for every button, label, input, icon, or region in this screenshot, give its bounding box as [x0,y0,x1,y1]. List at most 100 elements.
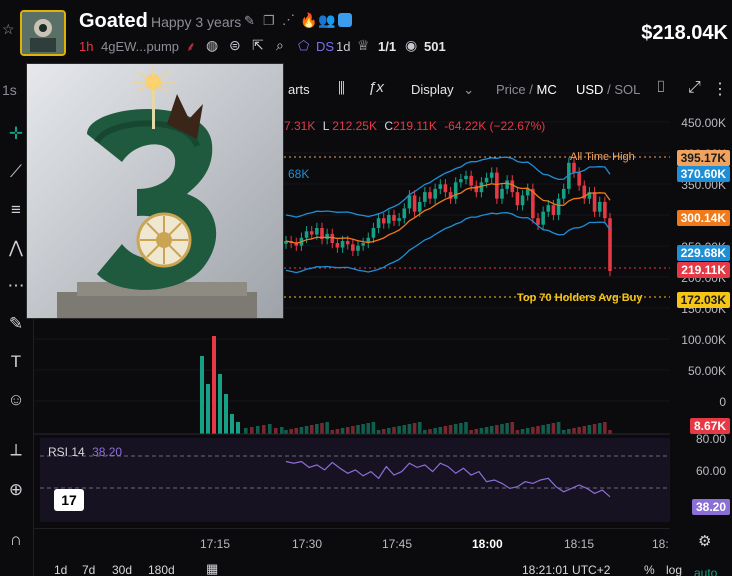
rsi-legend: RSI 14 38.20 [48,445,122,459]
candle-body [556,198,561,215]
volume-bar [412,423,417,434]
volume-bar [541,425,545,434]
ohlc-close-label: C [384,119,394,133]
sol-option[interactable]: SOL [614,82,640,97]
interval-selector[interactable]: 1s [2,82,17,98]
utc-clock[interactable]: 18:21:01 UTC+2 [522,563,610,576]
volume-bar [505,423,509,434]
holders-ratio: 1/1 [378,39,397,54]
fire-icon: 🔥 [300,12,318,28]
volume-bar [597,423,602,434]
trendline-icon[interactable]: ⟋ [4,160,28,184]
pattern-icon[interactable]: ⋀ [4,236,28,260]
volume-bar [464,422,468,434]
range-30d[interactable]: 30d [112,563,132,576]
volume-bar [280,427,284,434]
copy-icon[interactable]: ❐ [263,13,275,29]
more-icon[interactable]: ⋮ [712,79,728,99]
settings-icon[interactable]: ⚙ [698,532,711,550]
candle-body [479,182,484,193]
auto-scale-button[interactable]: auto [694,566,717,576]
holders-badge: 172.03K [676,292,730,308]
crosshair-icon[interactable]: ✛ [4,122,28,146]
volume-bar [392,427,396,434]
candle-body [402,208,407,219]
price-mc-toggle[interactable]: Price / MC [496,82,557,97]
volume-bar [423,430,427,434]
price-tick: 100.00K [681,333,726,347]
time-tick: 17:15 [200,537,231,551]
candle-body [489,172,494,178]
calendar-icon[interactable]: ▦ [206,561,218,576]
fx-icon[interactable]: ƒx [368,79,384,96]
candle-body [407,195,412,209]
usd-option[interactable]: USD [576,82,603,97]
text-icon[interactable]: T [4,350,28,374]
candle-body [459,179,463,183]
fib-icon[interactable]: ≡ [4,198,28,222]
currency-toggle[interactable]: USD / SOL [576,82,640,97]
volume-bar [397,426,401,434]
ma-badge: 300.14K [676,210,730,226]
volume-bar [515,430,520,434]
export-icon[interactable]: ⇱ [252,37,264,54]
candle-body [376,218,381,228]
volume-bar [262,425,266,434]
volume-bar [453,424,458,434]
eye-icon: ◉ [405,37,418,53]
list-icon[interactable]: ⊜ [229,37,241,54]
candle-type-icon[interactable]: ⫼ [338,80,345,97]
time-axis: 17:15 17:30 17:45 18:00 18:15 18: [34,528,670,556]
rsi-pane [40,438,670,522]
ohlc-low-label: L [322,119,329,133]
volume-bar [206,384,210,434]
zoom-icon[interactable]: ⊕ [4,478,28,502]
feather-icon[interactable]: ⸙ [186,37,196,55]
volume-bar [224,394,228,434]
volume-bar [244,428,248,434]
volume-bar [407,424,412,434]
volume-bar [299,427,304,434]
range-180d[interactable]: 180d [148,563,175,576]
expand-icon[interactable]: ⤢ [688,79,701,97]
forecast-icon[interactable]: ⋯ [4,274,28,298]
globe-icon[interactable]: ◍ [206,37,218,54]
candle-body [541,211,545,225]
last-price-badge: 219.11K [677,262,730,278]
share-icon[interactable]: ⋰ [282,12,295,28]
volume-bar [459,423,463,434]
search-icon[interactable]: ⌕ [276,37,284,54]
candle-body [433,188,437,199]
emoji-icon[interactable]: ☺ [4,388,28,412]
candle-body [597,201,602,212]
volume-bar [320,423,324,434]
rsi-tick: 60.00 [695,464,726,478]
range-1d[interactable]: 1d [54,563,67,576]
indicators-button[interactable]: arts [288,82,310,97]
display-dropdown[interactable]: Display ⌄ [411,82,474,98]
timeframe-badge[interactable]: 1h [79,39,93,54]
brush-icon[interactable]: ✎ [4,312,28,336]
bottom-bar: 1d 7d 30d 180d ▦ 18:21:01 UTC+2 % log [34,560,682,576]
price-axis[interactable]: 450.00K400.00K350.00K300.00K250.00K200.0… [670,108,732,576]
volume-bar [433,428,437,434]
star-icon[interactable]: ☆ [2,22,16,36]
edit-icon[interactable]: ✎ [244,13,255,29]
ruler-icon[interactable]: ⟂ [4,438,28,462]
camera-icon[interactable]: ⌷ [656,79,666,97]
price-option[interactable]: Price [496,82,526,97]
candle-body [412,195,417,212]
volume-bar [250,427,254,434]
volume-bar [366,423,371,434]
token-header: ☆ Goated Happy 3 years ✎ ❐ ⋰ 🔥 👥 1h 4gEW… [0,0,732,62]
candle-body [443,184,448,193]
volume-bar [587,425,592,434]
magnet-icon[interactable]: ∩ [4,528,28,552]
percent-toggle[interactable]: % [644,563,655,576]
token-address[interactable]: 4gEW...pump [101,39,179,54]
mc-option[interactable]: MC [536,82,556,97]
candle-body [304,231,309,238]
price-tick: 450.00K [681,116,726,130]
range-7d[interactable]: 7d [82,563,95,576]
token-avatar[interactable] [20,10,66,56]
